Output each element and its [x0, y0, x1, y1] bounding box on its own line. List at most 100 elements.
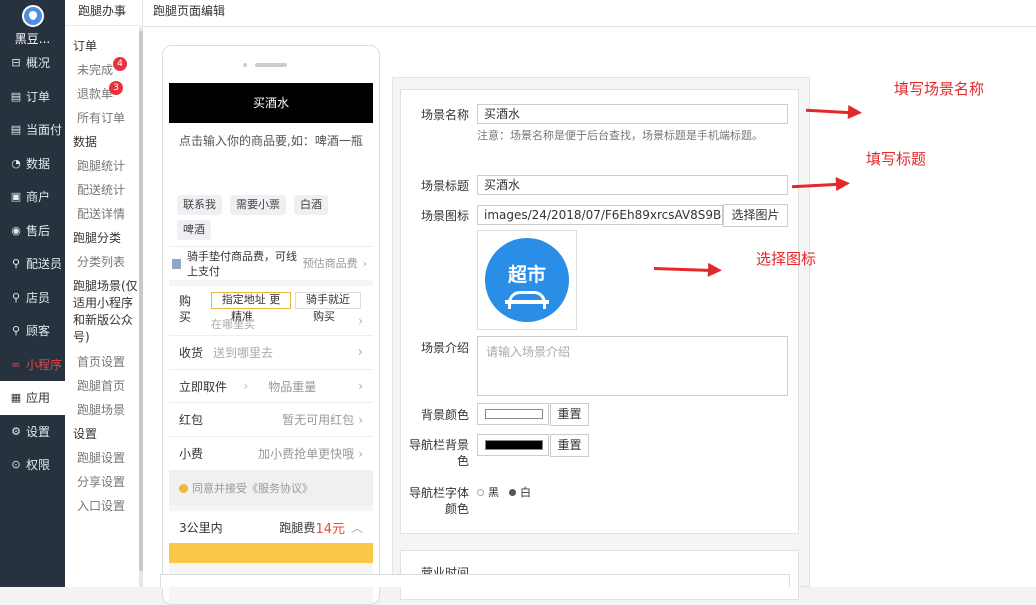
scene-form: 场景名称 买酒水 注意：场景名称是便于后台查找，场景标题是手机端标题。 场景标题…: [400, 89, 799, 534]
radio-checked-icon: [509, 489, 516, 496]
nav-item-7[interactable]: ⚲ 店员: [0, 281, 65, 315]
phone-nav-title: 买酒水: [169, 83, 373, 123]
sub-item-errand-stats[interactable]: 跑腿统计: [65, 154, 142, 178]
sub-item-refund[interactable]: 退款单 3: [65, 81, 142, 106]
redpack-row[interactable]: 红包 暂无可用红包 ›: [169, 403, 373, 437]
nav-item-8[interactable]: ⚲ 顾客: [0, 314, 65, 348]
customer-icon: ⚲: [11, 324, 21, 338]
radio-black[interactable]: 黑: [477, 485, 499, 501]
sub-item-label: 退款单: [77, 87, 114, 101]
supermarket-icon: 超市: [485, 238, 569, 322]
nav-bg-reset-button[interactable]: 重置: [550, 434, 589, 457]
tag-contact[interactable]: 联系我: [177, 195, 222, 215]
buy-label: 购买: [179, 294, 192, 324]
nav-item-3[interactable]: ◔ 数据: [0, 147, 65, 181]
bg-color-picker[interactable]: [477, 403, 549, 425]
rider-pay-row[interactable]: 骑手垫付商品费，可线上支付 预估商品费 ›: [169, 246, 373, 280]
order-icon: ▤: [10, 89, 22, 103]
nav-item-label: 当面付: [26, 123, 63, 138]
nav-item-label: 订单: [26, 89, 51, 104]
nav-item-label: 店员: [26, 290, 51, 305]
pickup-row[interactable]: 立即取件 › 物品重量 ›: [169, 370, 373, 403]
tag-receipt[interactable]: 需要小票: [230, 195, 286, 215]
sub-item-unfinished[interactable]: 未完成 4: [65, 57, 142, 82]
nav-item-0[interactable]: ⊟ 概况: [0, 46, 65, 80]
nav-item-12[interactable]: ⊙ 权限: [0, 448, 65, 482]
courier-icon: ⚲: [11, 257, 21, 271]
nav-item-1[interactable]: ▤ 订单: [0, 80, 65, 114]
nav-item-9[interactable]: ∞ 小程序: [0, 348, 65, 382]
radio-white[interactable]: 白: [509, 485, 531, 501]
scene-name-note: 注意：场景名称是便于后台查找，场景标题是手机端标题。: [477, 129, 763, 142]
group-data: 数据: [73, 135, 98, 149]
option-rider-nearby[interactable]: 骑手就近: [295, 292, 361, 309]
radio-white-label: 白: [520, 486, 531, 499]
speaker-icon: [255, 63, 287, 67]
chevron-right-icon: ›: [358, 314, 363, 328]
sub-item-home-setting[interactable]: 首页设置: [65, 350, 142, 374]
fee-amount: 14元: [315, 521, 345, 537]
receive-row[interactable]: 收货 送到哪里去 ›: [169, 336, 373, 370]
choose-image-button[interactable]: 选择图片: [723, 204, 788, 227]
sub-item-errand-setting[interactable]: 跑腿设置: [65, 446, 142, 470]
scene-title-input[interactable]: 买酒水: [477, 175, 788, 195]
rider-pay-text: 骑手垫付商品费，可线上支付: [187, 249, 297, 278]
tip-value: 加小费抢单更快哦: [258, 447, 355, 461]
buy-row[interactable]: 购买 指定地址 更 精准 骑手就近 购买 在哪里买 ›: [169, 286, 373, 336]
nav-item-4[interactable]: ▣ 商户: [0, 180, 65, 214]
tag-beer[interactable]: 啤酒: [177, 220, 211, 240]
nav-bg-color-picker[interactable]: [477, 434, 549, 456]
clerk-icon: ⚲: [11, 290, 21, 304]
sub-item-category-list[interactable]: 分类列表: [65, 250, 142, 274]
scene-form-panel: 场景名称 买酒水 注意：场景名称是便于后台查找，场景标题是手机端标题。 场景标题…: [392, 77, 810, 600]
fee-label: 跑腿费: [279, 520, 316, 535]
chevron-right-icon: ›: [357, 345, 363, 360]
receive-label: 收货: [179, 346, 204, 360]
checkbox-icon: [172, 258, 181, 269]
nav-item-label: 顾客: [26, 324, 51, 339]
scene-intro-textarea[interactable]: 请输入场景介绍: [477, 336, 788, 396]
nav-item-5[interactable]: ◉ 售后: [0, 214, 65, 248]
tip-row[interactable]: 小费 加小费抢单更快哦 ›: [169, 437, 373, 471]
annotation-scene-name: 填写场景名称: [894, 80, 985, 98]
bg-color-label: 背景颜色: [420, 408, 469, 422]
phone-preview: 买酒水 点击输入你的商品要,如：啤酒一瓶 联系我 需要小票 白酒 啤酒 骑手垫付…: [162, 45, 380, 605]
sub-item-all-orders[interactable]: 所有订单: [65, 106, 142, 130]
submit-button[interactable]: [169, 543, 373, 563]
buy-place-placeholder: 在哪里买: [211, 318, 255, 331]
nav-item-label: 数据: [26, 156, 51, 171]
tag-liquor[interactable]: 白酒: [294, 195, 328, 215]
sub-item-delivery-detail[interactable]: 配送详情: [65, 202, 142, 226]
annotation-title: 填写标题: [866, 150, 927, 168]
bg-color-reset-button[interactable]: 重置: [550, 403, 589, 426]
group-order: 订单: [73, 39, 98, 53]
option-specified-address[interactable]: 指定地址 更: [211, 292, 291, 309]
nav-item-6[interactable]: ⚲ 配送员: [0, 247, 65, 281]
pickup-label: 立即取件: [179, 379, 228, 394]
nav-bg-label: 导航栏背景色: [408, 438, 469, 468]
nav-item-2[interactable]: ▤ 当面付: [0, 113, 65, 147]
merchant-icon: ▣: [10, 190, 22, 204]
nav-item-10[interactable]: ▦ 应用: [0, 381, 65, 415]
refund-badge: 3: [109, 81, 123, 95]
sub-item-errand-scene[interactable]: 跑腿场景: [65, 398, 142, 422]
scene-intro-label: 场景介绍: [420, 341, 469, 355]
nav-item-11[interactable]: ⚙ 设置: [0, 415, 65, 449]
apps-icon: ▦: [10, 391, 22, 405]
sub-item-share-setting[interactable]: 分享设置: [65, 470, 142, 494]
sub-item-delivery-stats[interactable]: 配送统计: [65, 178, 142, 202]
scene-name-input[interactable]: 买酒水: [477, 104, 788, 124]
scene-icon-path-input[interactable]: images/24/2018/07/F6Eh89xrcsAV8S9BovV: [477, 205, 723, 225]
sub-sidebar: 跑腿办事 订单 未完成 4 退款单 3 所有订单 数据 跑腿统计 配送统计 配送详情…: [65, 0, 143, 587]
sub-item-entry-setting[interactable]: 入口设置: [65, 494, 142, 518]
radio-icon: [477, 489, 484, 496]
nav-item-label: 配送员: [26, 257, 63, 272]
check-circle-icon: [179, 483, 188, 493]
sub-item-errand-home[interactable]: 跑腿首页: [65, 374, 142, 398]
logo-icon: [21, 5, 44, 27]
weight-label[interactable]: 物品重量: [258, 378, 358, 395]
radio-black-label: 黑: [488, 486, 499, 499]
agreement-row[interactable]: 同意并接受《服务协议》: [169, 471, 373, 505]
settings-icon: ⚙: [11, 424, 21, 438]
chevron-right-icon: ›: [243, 379, 249, 393]
